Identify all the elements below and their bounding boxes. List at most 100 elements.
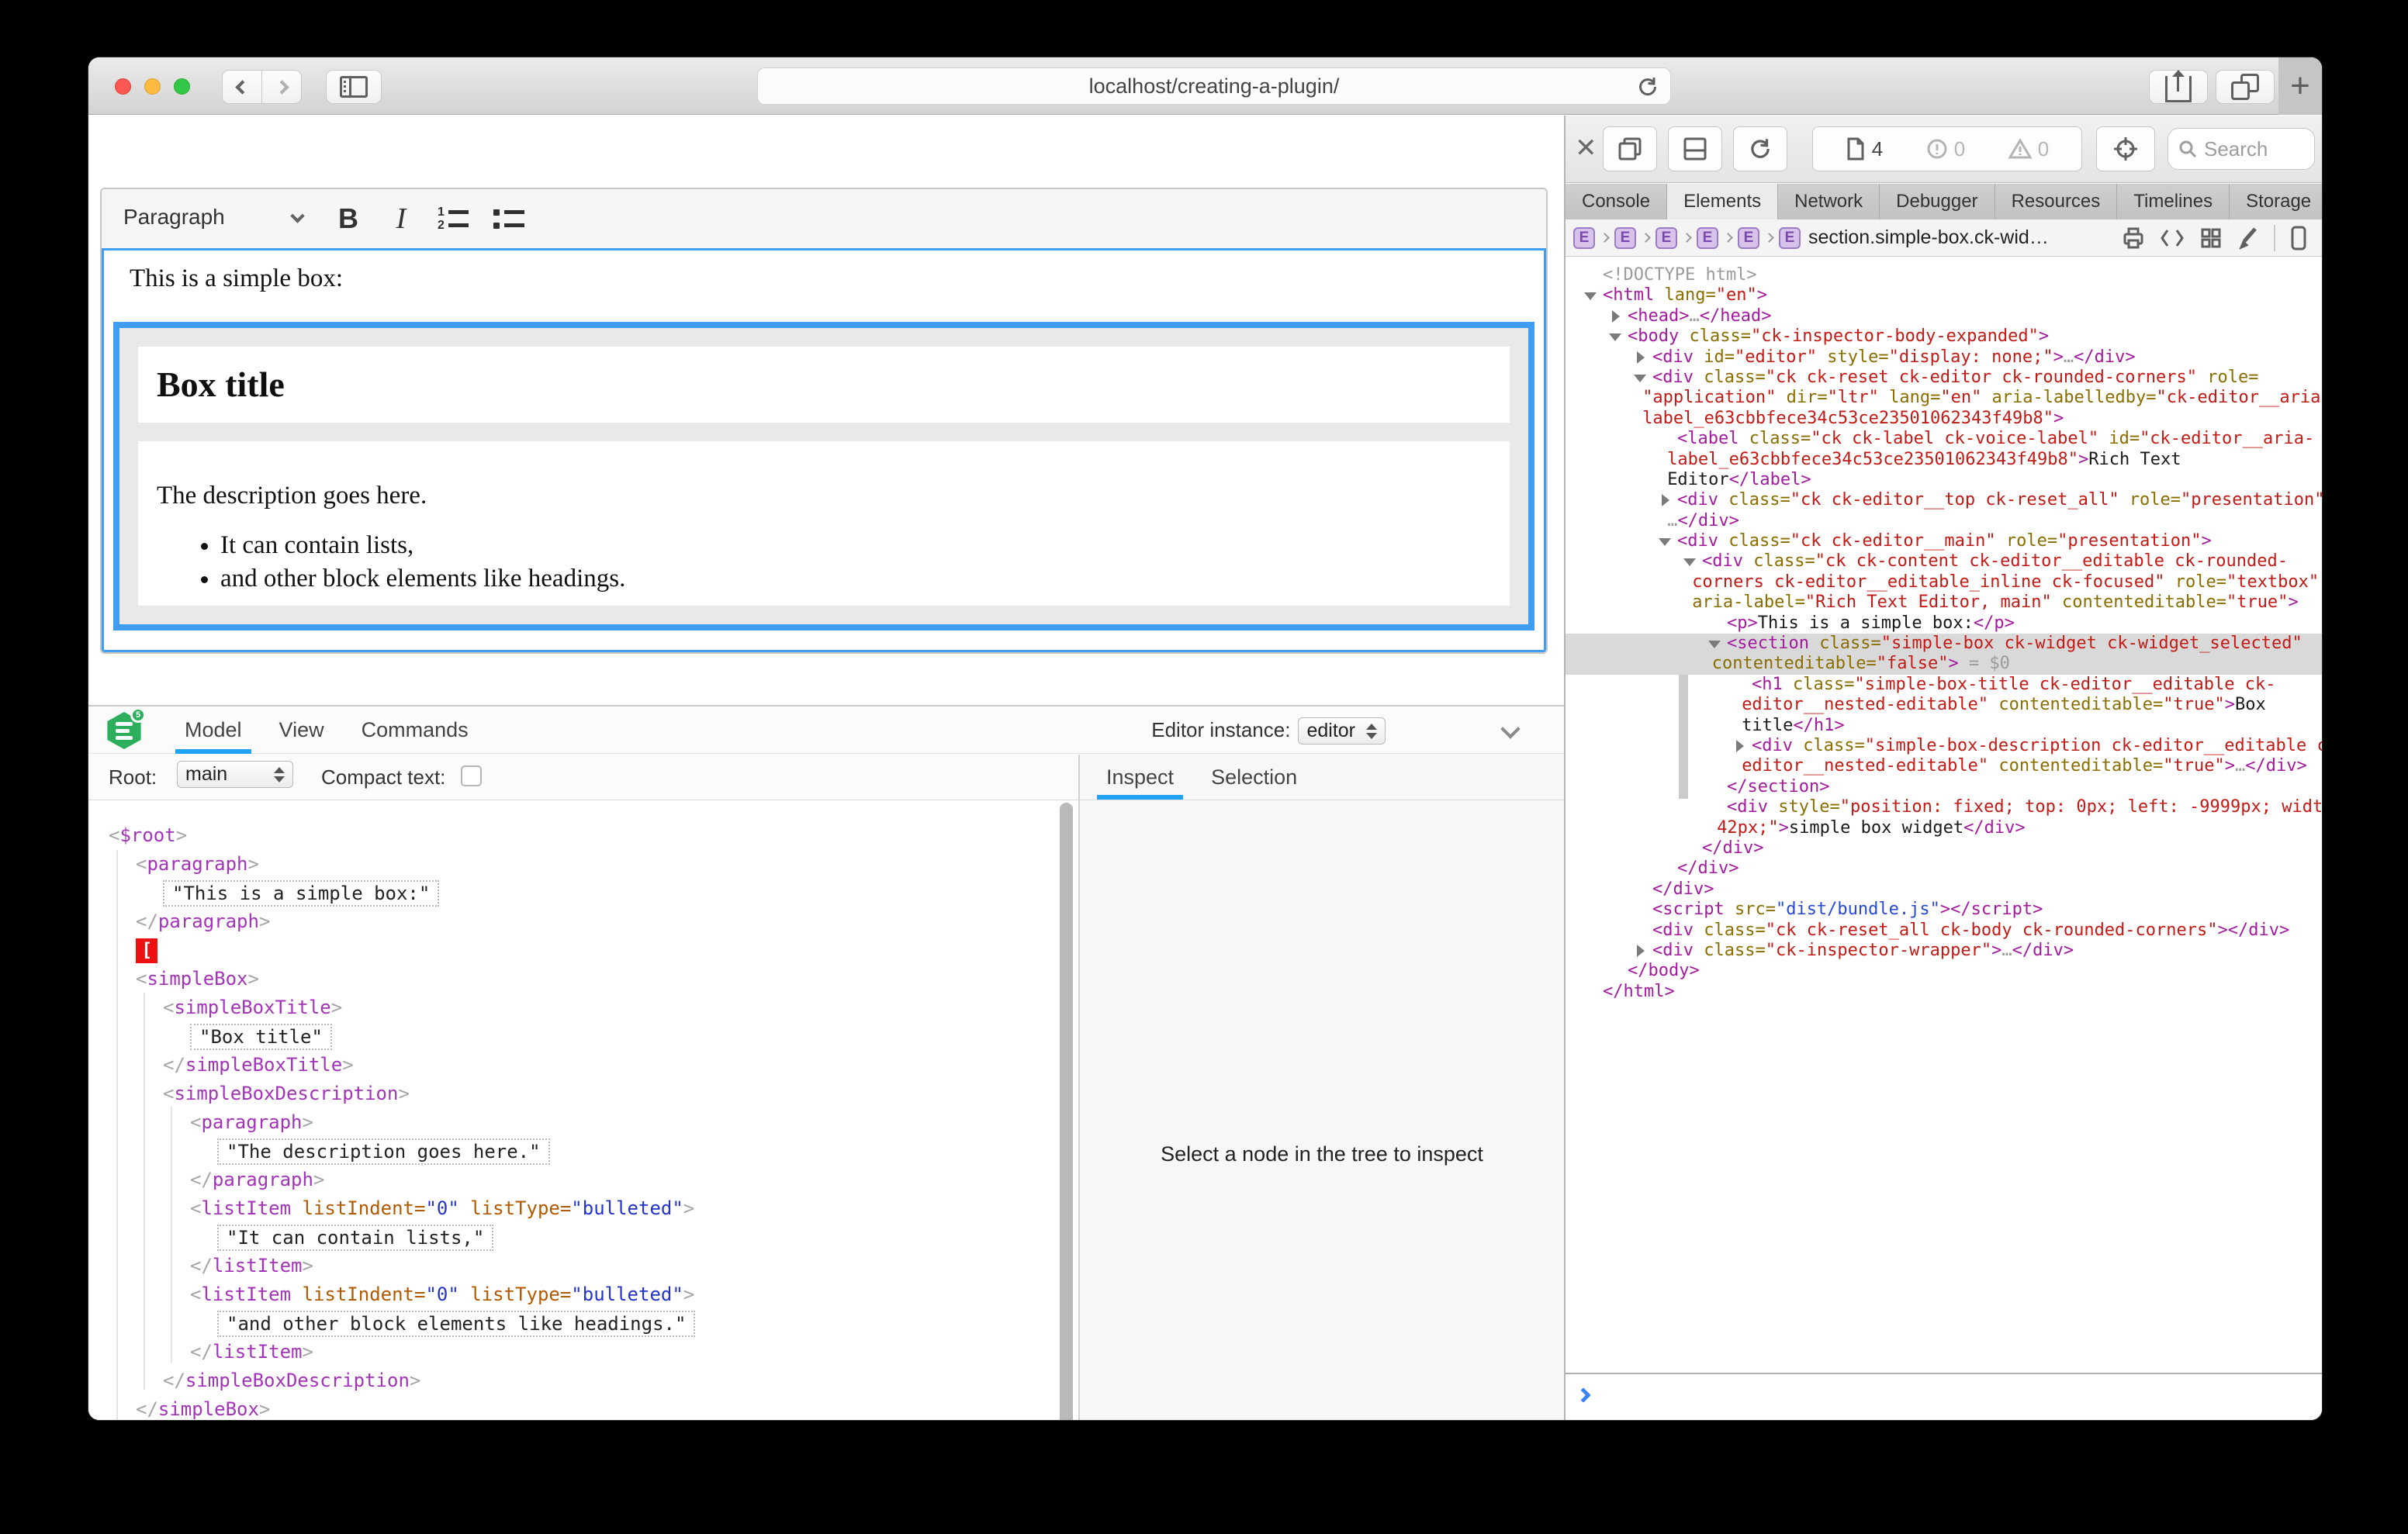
model-tree-row[interactable]: "Box title" xyxy=(88,1022,1077,1051)
element-badge-icon[interactable]: E xyxy=(1779,227,1801,249)
resource-count[interactable]: 4 xyxy=(1846,137,1883,161)
dom-tree-line[interactable]: <body class="ck-inspector-body-expanded"… xyxy=(1566,326,2322,347)
code-brackets-icon[interactable] xyxy=(2159,227,2185,249)
devtools-tab-debugger[interactable]: Debugger xyxy=(1880,184,1995,219)
sidebar-button[interactable] xyxy=(326,70,382,104)
disclosure-collapsed-icon[interactable] xyxy=(1606,306,1628,326)
model-tree-row[interactable]: "It can contain lists," xyxy=(88,1223,1077,1252)
tab-overview-button[interactable] xyxy=(2216,70,2275,104)
breadcrumb-current-node[interactable]: section.simple-box.ck-wid… xyxy=(1808,226,2049,249)
dock-button[interactable] xyxy=(1668,126,1722,171)
dom-tree-line[interactable]: <label class="ck ck-label ck-voice-label… xyxy=(1566,429,2322,449)
grid-icon[interactable] xyxy=(2199,226,2223,250)
model-tree-row[interactable]: [ xyxy=(88,936,1077,965)
model-tree-row[interactable]: <listItem listIndent="0" listType="bulle… xyxy=(88,1280,1077,1309)
devtools-tab-console[interactable]: Console xyxy=(1566,184,1667,219)
element-picker-button[interactable] xyxy=(2096,126,2155,171)
resource-status-group[interactable]: 4 0 0 xyxy=(1812,126,2082,171)
inspector-tab-model[interactable]: Model xyxy=(166,707,261,754)
element-badge-icon[interactable]: E xyxy=(1738,227,1759,249)
dom-tree-line[interactable]: label_e63cbbfece34c53ce23501062343f49b8"… xyxy=(1566,450,2322,470)
box-description-list-item[interactable]: and other block elements like headings. xyxy=(220,565,625,593)
tree-scrollbar[interactable] xyxy=(1060,803,1073,1420)
root-select[interactable]: main xyxy=(177,761,293,788)
dom-tree-line[interactable]: </div> xyxy=(1566,838,2322,859)
dom-tree-line[interactable]: 42px;">simple box widget</div> xyxy=(1566,818,2322,838)
dom-tree-line[interactable]: </div> xyxy=(1566,859,2322,879)
dom-tree-line[interactable]: <html lang="en"> xyxy=(1566,285,2322,306)
disclosure-collapsed-icon[interactable] xyxy=(1656,490,1677,510)
device-icon[interactable] xyxy=(2289,226,2308,250)
model-tree-row[interactable]: <simpleBox> xyxy=(88,965,1077,993)
dom-tree-line[interactable]: aria-label="Rich Text Editor, main" cont… xyxy=(1566,593,2322,613)
devtools-tab-resources[interactable]: Resources xyxy=(1995,184,2118,219)
inspector-tab-view[interactable]: View xyxy=(261,707,343,754)
dom-tree-line[interactable]: <div class="ck ck-content ck-editor__edi… xyxy=(1566,551,2322,572)
dom-tree-line[interactable]: contenteditable="false"> = $0 xyxy=(1566,654,2322,674)
disclosure-collapsed-icon[interactable] xyxy=(1631,347,1652,368)
box-title-text[interactable]: Box title xyxy=(157,364,285,405)
disclosure-expanded-icon[interactable] xyxy=(1680,551,1702,572)
dom-tree-line[interactable]: <!DOCTYPE html> xyxy=(1566,265,2322,285)
model-tree-row[interactable]: "This is a simple box:" xyxy=(88,879,1077,907)
model-tree-row[interactable]: "and other block elements like headings.… xyxy=(88,1309,1077,1338)
model-tree-row[interactable]: </paragraph> xyxy=(88,1166,1077,1194)
box-description-list-item[interactable]: It can contain lists, xyxy=(220,531,625,560)
disclosure-expanded-icon[interactable] xyxy=(1656,531,1677,551)
share-button[interactable] xyxy=(2149,70,2208,104)
bulleted-list-button[interactable] xyxy=(486,199,531,239)
model-tree-row[interactable]: </simpleBox> xyxy=(88,1395,1077,1420)
element-badge-icon[interactable]: E xyxy=(1656,227,1677,249)
simple-box-description-area[interactable]: The description goes here. It can contai… xyxy=(138,441,1510,606)
model-tree-row[interactable]: <$root> xyxy=(88,821,1077,850)
dom-tree-line[interactable]: …</div> xyxy=(1566,511,2322,531)
address-bar[interactable]: localhost/creating-a-plugin/ xyxy=(757,67,1671,105)
model-tree-row[interactable]: <listItem listIndent="0" listType="bulle… xyxy=(88,1194,1077,1223)
side-tab-inspect[interactable]: Inspect xyxy=(1088,755,1192,800)
dom-tree-line[interactable]: <p>This is a simple box:</p> xyxy=(1566,613,2322,634)
model-tree-row[interactable]: </simpleBoxDescription> xyxy=(88,1366,1077,1395)
devtools-tab-elements[interactable]: Elements xyxy=(1667,184,1778,219)
disclosure-collapsed-icon[interactable] xyxy=(1631,941,1652,961)
dom-tree-line[interactable]: <div class="ck-inspector-wrapper">…</div… xyxy=(1566,941,2322,961)
close-inspector-button[interactable]: ✕ xyxy=(1575,133,1597,164)
new-tab-area[interactable]: + xyxy=(2278,57,2322,115)
simple-box-title-area[interactable]: Box title xyxy=(138,347,1510,423)
paintbrush-icon[interactable] xyxy=(2237,226,2260,250)
dom-tree-line[interactable]: Editor</label> xyxy=(1566,470,2322,490)
dom-tree-line[interactable]: label_e63cbbfece34c53ce23501062343f49b8"… xyxy=(1566,409,2322,429)
model-tree-row[interactable]: "The description goes here." xyxy=(88,1137,1077,1166)
disclosure-expanded-icon[interactable] xyxy=(1606,326,1628,347)
dom-tree-line[interactable]: <div class="ck ck-editor__main" role="pr… xyxy=(1566,531,2322,551)
chevron-down-icon[interactable] xyxy=(290,209,304,223)
dom-tree-line[interactable]: <script src="dist/bundle.js"></script> xyxy=(1566,900,2322,920)
editor-editable-area[interactable]: This is a simple box: Box title The desc… xyxy=(102,248,1546,652)
warning-count[interactable]: 0 xyxy=(2008,137,2049,161)
inspector-tab-commands[interactable]: Commands xyxy=(343,707,487,754)
compact-text-checkbox[interactable] xyxy=(461,765,482,786)
side-tab-selection[interactable]: Selection xyxy=(1192,755,1316,800)
error-count[interactable]: 0 xyxy=(1926,137,1965,161)
reload-button[interactable] xyxy=(1636,75,1659,102)
model-tree-row[interactable]: <simpleBoxDescription> xyxy=(88,1080,1077,1108)
heading-dropdown[interactable]: Paragraph xyxy=(123,205,225,230)
disclosure-collapsed-icon[interactable] xyxy=(1730,736,1752,756)
numbered-list-button[interactable]: 1 2 xyxy=(431,199,476,239)
bold-button[interactable]: B xyxy=(328,199,368,239)
detach-button[interactable] xyxy=(1603,126,1657,171)
dom-tree-line[interactable]: </div> xyxy=(1566,879,2322,900)
box-description-text[interactable]: The description goes here. xyxy=(157,482,427,510)
model-tree-row[interactable]: <paragraph> xyxy=(88,1108,1077,1137)
model-tree-row[interactable]: <simpleBoxTitle> xyxy=(88,993,1077,1022)
print-icon[interactable] xyxy=(2122,226,2145,250)
disclosure-expanded-icon[interactable] xyxy=(1581,285,1603,306)
element-badge-icon[interactable]: E xyxy=(1697,227,1718,249)
dom-tree-line[interactable]: <div class="ck ck-reset ck-editor ck-rou… xyxy=(1566,368,2322,388)
forward-button[interactable] xyxy=(261,70,302,104)
back-button[interactable] xyxy=(222,70,262,104)
model-tree-row[interactable]: </simpleBoxTitle> xyxy=(88,1051,1077,1080)
dom-tree-line[interactable]: </body> xyxy=(1566,961,2322,981)
inspector-collapse-button[interactable] xyxy=(1503,722,1517,740)
model-tree-row[interactable]: </paragraph> xyxy=(88,907,1077,936)
model-tree-row[interactable]: </listItem> xyxy=(88,1252,1077,1280)
